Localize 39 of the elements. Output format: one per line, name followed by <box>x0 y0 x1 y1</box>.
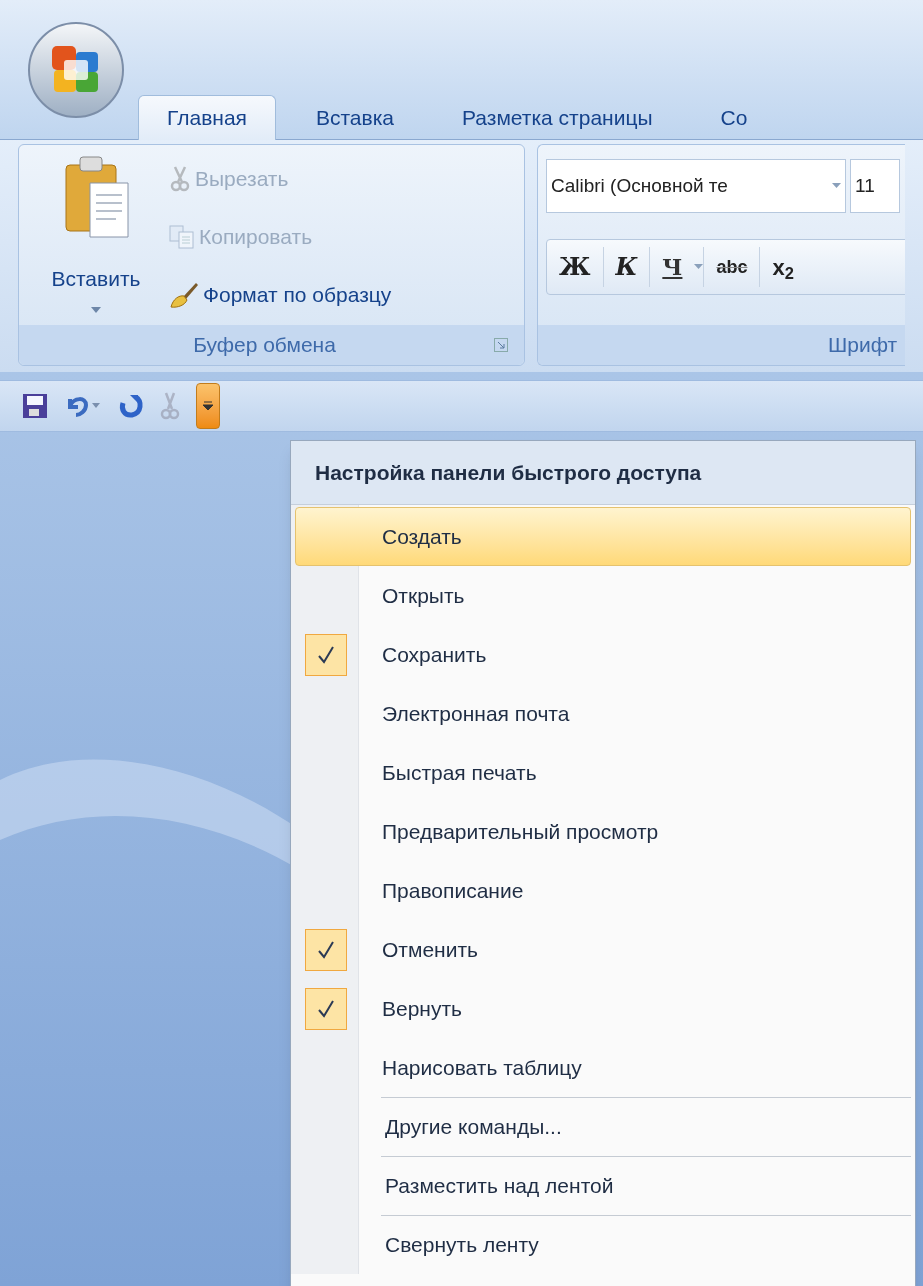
format-button[interactable]: x$_{2}$ <box>760 243 806 291</box>
caret-icon <box>832 183 841 189</box>
ribbon-command[interactable]: Формат по образцу <box>169 273 392 317</box>
redo-icon[interactable] <box>118 393 144 419</box>
menu-header: Настройка панели быстрого доступа <box>291 441 915 505</box>
customize-toolbar-button[interactable] <box>196 383 220 429</box>
format-button[interactable]: Ж <box>547 243 603 291</box>
paintbrush-icon <box>169 281 199 309</box>
dialog-launcher-icon[interactable] <box>494 338 508 352</box>
menu-item[interactable]: Другие команды... <box>295 1098 911 1156</box>
caret-icon <box>203 401 213 411</box>
menu-item[interactable]: Нарисовать таблицу <box>295 1038 911 1097</box>
menu-item[interactable]: Создать <box>295 507 911 566</box>
paste-button[interactable]: Вставить <box>31 153 161 325</box>
scissors-icon <box>169 166 191 192</box>
menu-item[interactable]: Разместить над лентой <box>295 1157 911 1215</box>
menu-item[interactable]: Отменить <box>295 920 911 979</box>
menu-item[interactable]: Сохранить <box>295 625 911 684</box>
menu-item[interactable]: Правописание <box>295 861 911 920</box>
ribbon-tab[interactable]: Вставка <box>287 95 422 140</box>
ribbon-tab[interactable]: Главная <box>138 95 276 140</box>
font-size-field[interactable]: 11 <box>850 159 900 213</box>
menu-item[interactable]: Открыть <box>295 566 911 625</box>
ribbon-tab[interactable]: Разметка страницы <box>434 95 681 140</box>
caret-icon <box>694 264 704 270</box>
menu-item[interactable]: Быстрая печать <box>295 743 911 802</box>
group-title: Шрифт <box>828 332 898 359</box>
font-name-field[interactable]: Calibri (Основной те <box>546 159 846 213</box>
menu-item[interactable]: Электронная почта <box>295 684 911 743</box>
menu-item[interactable]: Вернуть <box>295 979 911 1038</box>
group-title: Буфер обмена <box>192 332 337 359</box>
save-icon[interactable] <box>22 393 48 419</box>
ribbon-tab[interactable]: Со <box>692 95 776 140</box>
format-button[interactable]: К <box>603 243 650 291</box>
copy-icon <box>169 225 195 249</box>
format-button[interactable]: Ч <box>650 243 695 291</box>
caret-icon <box>91 306 101 313</box>
menu-item[interactable]: Предварительный просмотр <box>295 802 911 861</box>
menu-item[interactable]: Свернуть ленту <box>295 1216 911 1274</box>
